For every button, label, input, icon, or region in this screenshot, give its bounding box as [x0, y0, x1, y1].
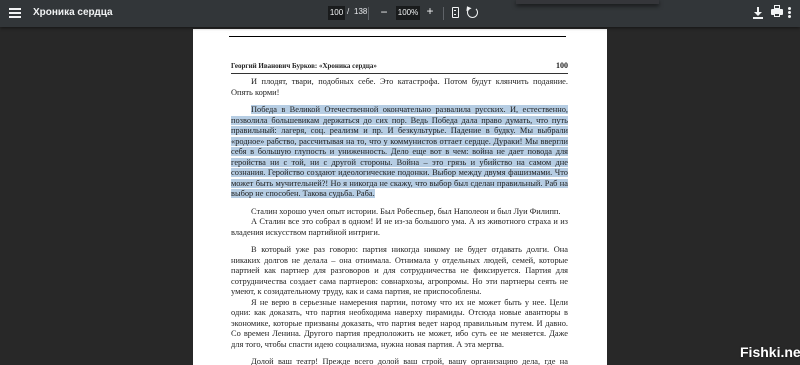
zoom-in-button[interactable]: +	[424, 4, 436, 18]
paragraph: Сталин хорошо учел опыт истории. Был Роб…	[251, 206, 561, 216]
paragraph: А Сталин все это собрал в одном! И не из…	[231, 217, 568, 237]
paragraph-selected: Победа в Великой Отечественной окончател…	[231, 105, 568, 200]
zoom-level-input[interactable]: 100%	[396, 6, 420, 20]
pdf-page: Георгий Иванович Бурков: «Хроника сердца…	[193, 29, 607, 365]
toolbar-divider	[368, 7, 369, 20]
page-top-rule	[229, 36, 566, 37]
paragraph: Долой ваш театр! Прежде всего долой ваш …	[251, 357, 568, 365]
toolbar-divider	[443, 7, 444, 20]
page-total: 138	[354, 7, 368, 16]
zoom-out-button[interactable]: −	[378, 5, 390, 19]
running-head-title: Георгий Иванович Бурков: «Хроника сердца…	[231, 62, 377, 70]
rotate-icon[interactable]	[467, 7, 478, 18]
page-text[interactable]: И плодят, твари, подобных себе. Это ката…	[231, 77, 568, 365]
running-head: Георгий Иванович Бурков: «Хроника сердца…	[231, 61, 568, 74]
dropdown-popup	[516, 0, 659, 4]
more-options-icon[interactable]	[788, 7, 791, 19]
print-icon[interactable]	[771, 5, 783, 17]
document-title: Хроника сердца	[33, 7, 113, 18]
text-selection[interactable]: Победа в Великой Отечественной окончател…	[231, 105, 568, 198]
page-number-input[interactable]: 100	[328, 6, 345, 20]
menu-icon[interactable]	[9, 8, 21, 18]
watermark-logo: Fishki.net	[740, 344, 800, 360]
page-number-label: 100	[556, 61, 568, 70]
paragraph: В который уже раз говорю: партия никогда…	[231, 245, 568, 296]
pdf-toolbar: Хроника сердца 100 / 138 − 100% +	[0, 0, 800, 27]
download-icon[interactable]	[752, 6, 764, 20]
page-separator: /	[347, 7, 350, 16]
paragraph: Я не верю в серьезные намерения партии, …	[231, 297, 568, 349]
paragraph: И плодят, твари, подобных себе. Это ката…	[231, 77, 568, 97]
fit-page-icon[interactable]	[452, 7, 459, 18]
